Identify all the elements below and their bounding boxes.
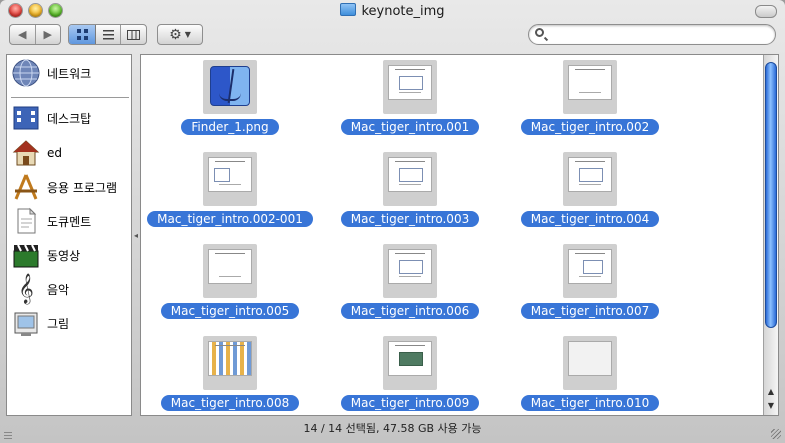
file-item[interactable]: Mac_tiger_intro.004 [505,147,675,235]
slide-thumbnail-icon [383,60,437,114]
sidebar-item-music[interactable]: 𝄞 음악 [7,274,131,304]
file-name-label: Mac_tiger_intro.009 [340,395,480,411]
file-name-label: Mac_tiger_intro.002 [520,119,660,135]
slide-thumbnail-icon [563,152,617,206]
file-item[interactable]: Mac_tiger_intro.009 [325,331,495,415]
view-switcher [68,24,147,45]
slide-thumbnail-icon [563,244,617,298]
list-view-icon [102,29,114,39]
sidebar-item-label: 음악 [47,282,70,297]
status-text: 14 / 14 선택됨, 47.58 GB 사용 가능 [303,422,482,435]
movies-icon [13,244,39,268]
vertical-scrollbar[interactable]: ▲ ▼ [763,55,778,415]
sidebar-divider [11,97,129,98]
file-name-label: Mac_tiger_intro.007 [520,303,660,319]
search-icon [535,28,544,37]
column-view-button[interactable] [121,25,146,44]
sidebar-splitter[interactable]: ◂ [133,54,140,416]
documents-icon [17,207,37,234]
sidebar-resize-grip-icon[interactable] [4,431,12,439]
slide-thumbnail-icon [563,336,617,390]
finder-window: keynote_img ◀ ▶ ⚙ ▼ 네트워크 데스크탑 ed 응용 프로그램… [0,0,785,443]
finder-app-icon [203,60,257,114]
sidebar-item-label: 그림 [47,316,70,331]
slide-thumbnail-icon [563,60,617,114]
sidebar-item-desktop[interactable]: 데스크탑 [7,103,131,133]
file-name-label: Mac_tiger_intro.008 [160,395,300,411]
window-title: keynote_img [0,3,785,19]
forward-arrow-icon: ▶ [43,28,52,41]
column-view-icon [127,29,140,40]
chevron-down-icon: ▼ [184,30,191,39]
slide-thumbnail-icon [383,244,437,298]
file-name-label: Mac_tiger_intro.010 [520,395,660,411]
file-item[interactable]: Mac_tiger_intro.001 [325,55,495,143]
file-item[interactable]: Mac_tiger_intro.010 [505,331,675,415]
back-forward-control: ◀ ▶ [9,24,61,45]
sidebar-item-label: 응용 프로그램 [47,180,118,195]
sidebar-item-label: 도큐멘트 [47,214,92,229]
sidebar-item-label: ed [47,146,62,160]
file-item[interactable]: Mac_tiger_intro.002 [505,55,675,143]
file-item[interactable]: Mac_tiger_intro.003 [325,147,495,235]
sidebar-item-label: 네트워크 [47,66,92,81]
search-field[interactable] [528,24,776,45]
file-item[interactable]: Mac_tiger_intro.005 [145,239,315,327]
slide-thumbnail-icon [203,336,257,390]
back-button[interactable]: ◀ [10,25,36,44]
file-icon-view: Finder_1.png Mac_tiger_intro.001 Mac_tig… [140,54,779,416]
slide-thumbnail-icon [203,152,257,206]
file-item[interactable]: Mac_tiger_intro.006 [325,239,495,327]
sidebar-item-home[interactable]: ed [7,138,131,168]
file-item[interactable]: Mac_tiger_intro.007 [505,239,675,327]
icon-view-button[interactable] [69,25,96,44]
sidebar-item-documents[interactable]: 도큐멘트 [7,206,131,236]
music-icon: 𝄞 [18,274,34,304]
sidebar-item-movies[interactable]: 동영상 [7,240,131,270]
scroll-knob[interactable] [765,62,777,328]
file-name-label: Mac_tiger_intro.001 [340,119,480,135]
file-name-label: Finder_1.png [181,119,279,135]
file-item[interactable]: Mac_tiger_intro.008 [145,331,315,415]
file-name-label: Mac_tiger_intro.003 [340,211,480,227]
file-name-label: Mac_tiger_intro.002-001 [147,211,313,227]
scroll-down-arrow-icon[interactable]: ▼ [764,399,778,413]
file-item[interactable]: Mac_tiger_intro.002-001 [145,147,315,235]
slide-thumbnail-icon [383,336,437,390]
file-name-label: Mac_tiger_intro.004 [520,211,660,227]
sidebar: 네트워크 데스크탑 ed 응용 프로그램 도큐멘트 동영상 𝄞 음악 그림 [6,54,132,416]
window-title-text: keynote_img [361,4,445,19]
slide-thumbnail-icon [383,152,437,206]
search-input[interactable] [551,26,770,44]
window-resize-grip-icon[interactable] [771,429,781,439]
file-name-label: Mac_tiger_intro.006 [340,303,480,319]
toolbar-toggle-button[interactable] [755,5,777,18]
slide-thumbnail-icon [203,244,257,298]
sidebar-item-pictures[interactable]: 그림 [7,308,131,338]
gear-icon: ⚙ [169,26,182,43]
title-bar: keynote_img [0,0,785,22]
sidebar-item-applications[interactable]: 응용 프로그램 [7,172,131,202]
sidebar-item-network[interactable]: 네트워크 [7,58,131,88]
file-name-label: Mac_tiger_intro.005 [160,303,300,319]
pictures-icon [14,312,38,336]
icon-view-icon [76,29,88,40]
file-item[interactable]: Finder_1.png [145,55,315,143]
forward-button[interactable]: ▶ [36,25,61,44]
sidebar-item-label: 데스크탑 [47,111,92,126]
home-icon [12,140,40,166]
list-view-button[interactable] [96,25,121,44]
splitter-handle-icon: ◂ [134,231,139,240]
network-globe-icon [12,59,40,87]
desktop-icon [13,106,39,130]
sidebar-item-label: 동영상 [47,248,81,263]
action-menu-button[interactable]: ⚙ ▼ [157,24,203,45]
back-arrow-icon: ◀ [18,28,27,41]
folder-icon [340,3,357,16]
status-bar: 14 / 14 선택됨, 47.58 GB 사용 가능 [0,418,785,443]
scroll-up-arrow-icon[interactable]: ▲ [764,385,778,399]
applications-icon [14,174,38,200]
